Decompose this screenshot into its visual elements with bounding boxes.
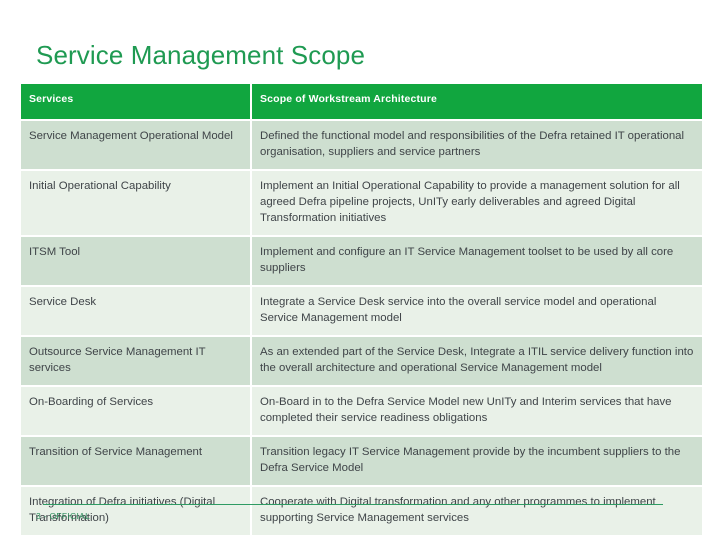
table-row: Transition of Service Management Transit… <box>21 437 702 485</box>
cell-scope: On-Board in to the Defra Service Model n… <box>252 387 702 435</box>
cell-service: Initial Operational Capability <box>21 171 250 235</box>
cell-scope: Integrate a Service Desk service into th… <box>252 287 702 335</box>
footer-classification-label: 3 - OFFICIAL <box>36 511 91 521</box>
cell-scope: As an extended part of the Service Desk,… <box>252 337 702 385</box>
cell-service: Service Desk <box>21 287 250 335</box>
cell-scope: Implement and configure an IT Service Ma… <box>252 237 702 285</box>
cell-scope: Defined the functional model and respons… <box>252 121 702 169</box>
page-title: Service Management Scope <box>36 40 366 70</box>
table-header: Services Scope of Workstream Architectur… <box>21 84 702 119</box>
table-row: On-Boarding of Services On-Board in to t… <box>21 387 702 435</box>
cell-service: ITSM Tool <box>21 237 250 285</box>
scope-table-container: Services Scope of Workstream Architectur… <box>19 82 702 537</box>
column-header-services: Services <box>21 84 250 119</box>
table-row: Service Management Operational Model Def… <box>21 121 702 169</box>
scope-table: Services Scope of Workstream Architectur… <box>19 82 704 537</box>
cell-service: Outsource Service Management IT services <box>21 337 250 385</box>
table-header-row: Services Scope of Workstream Architectur… <box>21 84 702 119</box>
cell-service: Transition of Service Management <box>21 437 250 485</box>
table-row: Outsource Service Management IT services… <box>21 337 702 385</box>
cell-scope: Implement an Initial Operational Capabil… <box>252 171 702 235</box>
footer-divider <box>43 504 663 505</box>
table-row: Initial Operational Capability Implement… <box>21 171 702 235</box>
cell-scope: Cooperate with Digital transformation an… <box>252 487 702 535</box>
table-body: Service Management Operational Model Def… <box>21 121 702 535</box>
table-row: Integration of Defra initiatives (Digita… <box>21 487 702 535</box>
cell-service: Service Management Operational Model <box>21 121 250 169</box>
table-row: Service Desk Integrate a Service Desk se… <box>21 287 702 335</box>
table-row: ITSM Tool Implement and configure an IT … <box>21 237 702 285</box>
column-header-scope: Scope of Workstream Architecture <box>252 84 702 119</box>
cell-scope: Transition legacy IT Service Management … <box>252 437 702 485</box>
slide: Service Management Scope Services Scope … <box>0 0 720 540</box>
cell-service: On-Boarding of Services <box>21 387 250 435</box>
